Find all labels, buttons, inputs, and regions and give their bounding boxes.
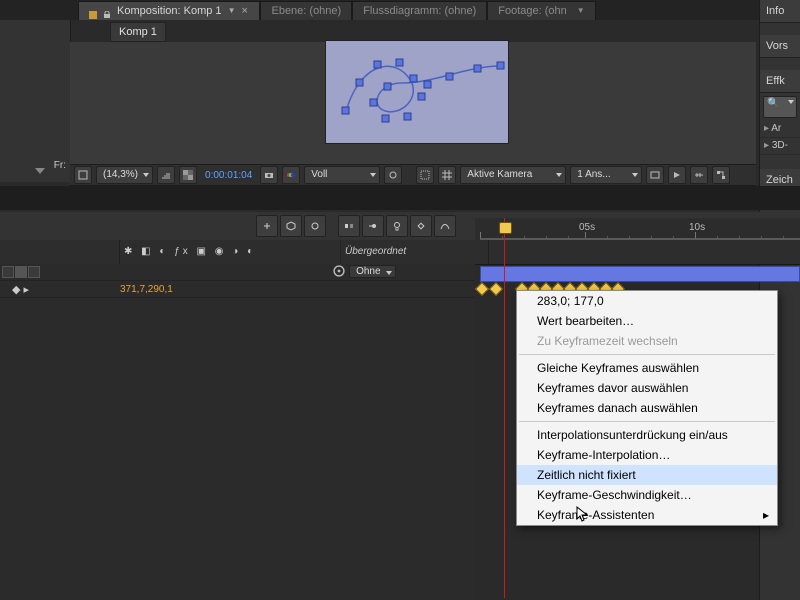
draft3d-icon[interactable] <box>280 215 302 237</box>
shy-icon[interactable] <box>304 215 326 237</box>
switches-header: ✱ ◧ ◐ ƒx ▣ ◉ ◑ ◐ <box>120 240 341 264</box>
panel-tab-preview[interactable]: Vors <box>760 35 800 58</box>
chevron-down-icon[interactable]: ▼ <box>577 2 585 20</box>
keyframe-marker[interactable] <box>475 282 489 296</box>
viewer-controls: (14,3%) 0:00:01:04 Voll Aktive Kamera 1 … <box>70 164 756 186</box>
parent-dropdown[interactable]: Ohne <box>349 265 395 278</box>
resolution-icon[interactable] <box>157 166 175 184</box>
grid-icon[interactable] <box>438 166 456 184</box>
panel-tab-info[interactable]: Info <box>760 0 800 23</box>
menu-item-select-before[interactable]: Keyframes davor auswählen <box>517 378 777 398</box>
panel-menu-icon[interactable] <box>35 168 45 174</box>
frame-label: Fr: <box>54 160 66 171</box>
timecode-display[interactable]: 0:00:01:04 <box>201 170 256 181</box>
switch-icon: ✱ ◧ ◐ ƒx ▣ ◉ ◑ ◐ <box>124 246 256 257</box>
property-row-position[interactable]: ◆ ▸ 371,7,290,1 <box>0 281 475 298</box>
comp-mini-flowchart-icon[interactable] <box>256 215 278 237</box>
motion-blur-icon[interactable] <box>362 215 384 237</box>
menu-item-edit-value[interactable]: Wert bearbeiten… <box>517 311 777 331</box>
cti-head[interactable] <box>499 222 512 234</box>
tab-footage[interactable]: Footage: (ohn▼ <box>487 1 595 20</box>
close-icon[interactable]: × <box>241 2 249 20</box>
tab-label: Komposition: Komp 1 <box>117 2 222 20</box>
pickwhip-icon[interactable] <box>332 264 346 278</box>
project-panel-edge: Fr: <box>0 20 71 182</box>
exposure-icon[interactable] <box>384 166 402 184</box>
layer-switches[interactable] <box>0 264 118 280</box>
menu-item-value[interactable]: 283,0; 177,0 <box>517 291 777 311</box>
chevron-down-icon[interactable]: ▼ <box>228 2 236 20</box>
layer-row[interactable]: Ohne <box>0 264 475 281</box>
brainstorm-icon[interactable] <box>386 215 408 237</box>
menu-item-select-same[interactable]: Gleiche Keyframes auswählen <box>517 358 777 378</box>
menu-item-rove-across-time[interactable]: Zeitlich nicht fixiert <box>517 465 777 485</box>
menu-item-toggle-hold[interactable]: Interpolationsunterdrückung ein/aus <box>517 425 777 445</box>
lock-icon <box>103 7 111 15</box>
time-ruler[interactable]: 05s 10s <box>475 218 800 241</box>
effects-category[interactable]: Ar <box>760 121 800 138</box>
fast-previews-icon[interactable] <box>668 166 686 184</box>
roi-icon[interactable] <box>416 166 434 184</box>
pixel-aspect-icon[interactable] <box>646 166 664 184</box>
menu-separator <box>519 354 775 355</box>
comp-canvas[interactable] <box>325 40 509 144</box>
comp-flowchart-icon[interactable] <box>712 166 730 184</box>
current-time-indicator[interactable] <box>504 218 505 598</box>
frame-blend-icon[interactable] <box>338 215 360 237</box>
menu-item-keyframe-assistant[interactable]: Keyframe-Assistenten <box>517 505 777 525</box>
comp-minitab[interactable]: Komp 1 <box>110 22 166 42</box>
zoom-dropdown[interactable]: (14,3%) <box>96 166 153 184</box>
parent-column-header: Übergeordnet <box>341 240 489 264</box>
timeline-icon[interactable] <box>690 166 708 184</box>
transparency-grid-icon[interactable] <box>179 166 197 184</box>
auto-keyframe-icon[interactable] <box>410 215 432 237</box>
ruler-tick-label: 05s <box>579 222 595 233</box>
tab-flowchart[interactable]: Flussdiagramm: (ohne) <box>352 1 487 20</box>
position-value[interactable]: 371,7,290,1 <box>118 284 173 295</box>
av-columns <box>0 240 120 264</box>
timeline-layer-panel: Ohne ◆ ▸ 371,7,290,1 <box>0 264 475 600</box>
always-preview-icon[interactable] <box>74 166 92 184</box>
tab-layer[interactable]: Ebene: (ohne) <box>260 1 352 20</box>
menu-item-goto-keyframe-time: Zu Keyframezeit wechseln <box>517 331 777 351</box>
menu-separator <box>519 421 775 422</box>
document-tabstrip: Komposition: Komp 1 ▼ × Ebene: (ohne) Fl… <box>0 0 800 20</box>
alpha-mode-dropdown[interactable]: Voll <box>304 166 380 184</box>
layer-duration-bar[interactable] <box>480 266 800 282</box>
keyframe-marker[interactable] <box>489 282 503 296</box>
graph-editor-icon[interactable] <box>434 215 456 237</box>
menu-item-select-after[interactable]: Keyframes danach auswählen <box>517 398 777 418</box>
effects-search[interactable] <box>763 96 797 118</box>
tab-composition[interactable]: Komposition: Komp 1 ▼ × <box>78 1 260 20</box>
menu-item-keyframe-interpolation[interactable]: Keyframe-Interpolation… <box>517 445 777 465</box>
menu-item-keyframe-velocity[interactable]: Keyframe-Geschwindigkeit… <box>517 485 777 505</box>
keyframe-context-menu: 283,0; 177,0 Wert bearbeiten… Zu Keyfram… <box>516 290 778 526</box>
tab-color-swatch <box>89 7 97 15</box>
views-dropdown[interactable]: 1 Ans... <box>570 166 642 184</box>
show-channel-icon[interactable] <box>282 166 300 184</box>
effects-category[interactable]: 3D- <box>760 138 800 155</box>
snapshot-icon[interactable] <box>260 166 278 184</box>
panel-tab-effects[interactable]: Effk <box>760 70 800 93</box>
mouse-cursor-icon <box>576 506 590 527</box>
camera-dropdown[interactable]: Aktive Kamera <box>460 166 566 184</box>
ruler-tick-label: 10s <box>689 222 705 233</box>
